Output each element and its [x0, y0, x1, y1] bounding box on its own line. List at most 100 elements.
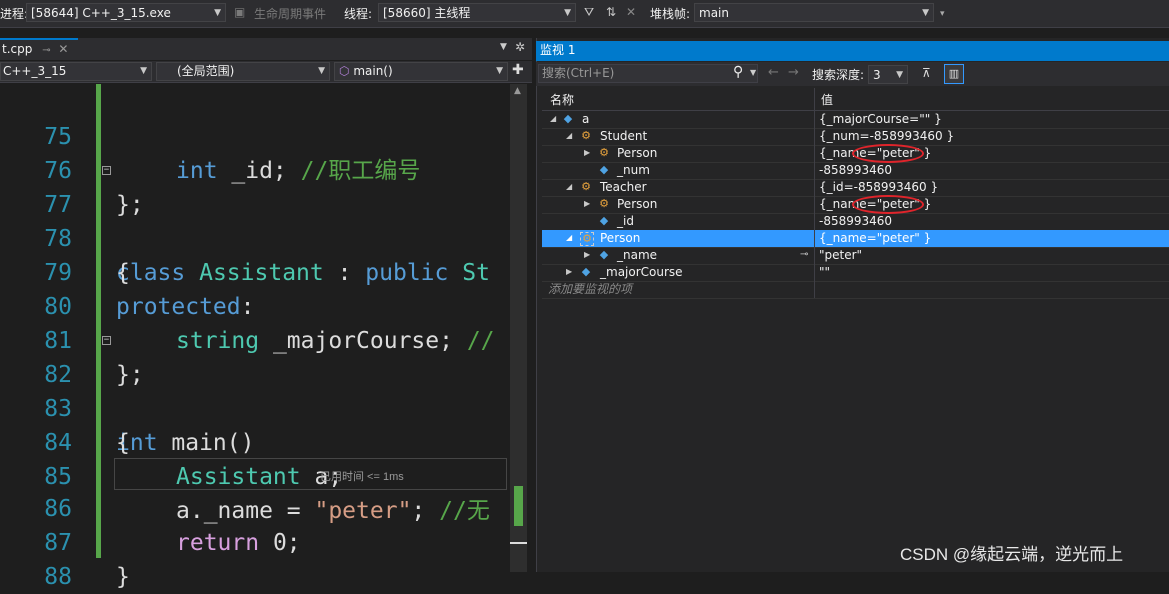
field-icon: ◆ [599, 248, 609, 261]
base-class-icon: ⚙ [581, 180, 591, 193]
expand-icon[interactable]: ▶ [584, 196, 590, 212]
add-watch-placeholder: 添加要监视的项 [548, 282, 633, 296]
base-class-icon: ⚙ [599, 197, 609, 210]
lifecycle-icon[interactable]: ▣ [234, 5, 245, 19]
watch-row[interactable]: ◢ ⚙ Teacher {_id=-858993460 } [542, 179, 1169, 197]
watch-value: "" [819, 265, 831, 279]
chevron-down-icon: ▼ [564, 8, 571, 18]
collapse-icon[interactable]: − [102, 336, 111, 345]
chevron-down-icon: ▼ [318, 66, 325, 76]
watch-name: Person [600, 231, 641, 245]
watch-name: _id [617, 214, 634, 228]
flag-icon[interactable]: ⇅ [606, 5, 616, 19]
search-depth-label: 搜索深度: [812, 68, 865, 82]
project-select[interactable]: C++_3_15 ▼ [0, 62, 152, 81]
code-line: 83 { [0, 358, 510, 456]
chevron-down-icon: ▼ [214, 8, 221, 18]
code-line: 84 Assistant a; [0, 392, 510, 490]
code-line: 82 − int main() [0, 324, 510, 457]
toolbar-overflow-icon[interactable]: ▾ [940, 9, 945, 19]
collapse-icon[interactable]: ◢ [550, 111, 556, 127]
watch-name: Student [600, 129, 648, 143]
watch-name: _name [617, 248, 658, 262]
watch-value: {_num=-858993460 } [819, 129, 955, 143]
code-line: 76 }; [0, 120, 510, 218]
pin-toolbar-icon[interactable]: ⊼ [922, 66, 931, 80]
method-icon: ⬡ [339, 64, 350, 78]
expand-icon[interactable]: ▶ [566, 264, 572, 280]
code-line: 86 return 0; [0, 458, 510, 556]
expand-icon[interactable]: ▶ [584, 145, 590, 161]
column-name-header[interactable]: 名称 [550, 91, 574, 108]
gear-icon[interactable]: ✲ [515, 40, 525, 54]
watch-row[interactable]: ◢ ◆ a {_majorCourse="" } [542, 111, 1169, 129]
navigation-bar: C++_3_15 ▼ (全局范围) ▼ ⬡ main() ▼ ✚ [0, 61, 532, 83]
back-arrow-icon[interactable]: ← [768, 65, 779, 80]
stackframe-label: 堆栈帧: [650, 7, 691, 21]
watch-row[interactable]: ▶ ◆ _majorCourse "" [542, 264, 1169, 282]
split-icon[interactable]: ✚ [512, 62, 524, 78]
watch-row[interactable]: ◢ ⚙ Student {_num=-858993460 } [542, 128, 1169, 146]
scroll-up-icon[interactable]: ▲ [514, 86, 521, 96]
code-line: 77 − class Assistant : public St [0, 154, 510, 287]
search-depth-select[interactable]: 3 ▼ [868, 65, 908, 84]
perf-tip[interactable]: 已用时间 <= 1ms [320, 468, 404, 484]
watch-row-selected[interactable]: ◢ ⚙ Person {_name="peter" } [542, 230, 1169, 248]
watch-title-bar[interactable]: 监视 1 [536, 41, 1169, 61]
watch-column-header: 名称 值 [542, 88, 1169, 111]
tab-list-icon[interactable]: ▼ [500, 42, 507, 52]
code-line: 81 }; [0, 290, 510, 388]
watch-row[interactable]: ▶ ◆ _name ⊸ "peter" [542, 247, 1169, 265]
code-line: 79 protected: [0, 222, 510, 320]
watch-row[interactable]: ◆ _num -858993460 [542, 162, 1169, 180]
column-value-header[interactable]: 值 [821, 91, 833, 108]
code-text: } [116, 564, 130, 590]
hex-display-icon[interactable]: ▥ [944, 64, 964, 84]
stackframe-select[interactable]: main ▼ [694, 3, 934, 22]
code-line: 85 a._name = "peter"; //无 [0, 426, 510, 524]
document-tab[interactable]: t.cpp ⊸ ✕ [0, 38, 78, 60]
watermark: CSDN @缘起云端，逆光而上 [900, 545, 1124, 564]
project-value: C++_3_15 [3, 64, 67, 78]
base-class-icon: ⚙ [580, 232, 594, 246]
function-select[interactable]: ⬡ main() ▼ [334, 62, 508, 81]
watch-row[interactable]: ◆ _id -858993460 [542, 213, 1169, 231]
collapse-icon[interactable]: − [102, 166, 111, 175]
scrollbar-change-marker [514, 486, 523, 526]
debug-toolbar: 进程: [58644] C++_3_15.exe ▼ ▣ 生命周期事件 线程: [… [0, 0, 1169, 28]
editor-scrollbar[interactable]: ▲ [510, 84, 527, 572]
watch-name: a [582, 112, 590, 126]
code-line: 78 { [0, 188, 510, 286]
pin-icon[interactable]: ⊸ [800, 247, 808, 263]
chevron-down-icon[interactable]: ▼ [750, 68, 756, 77]
pin-icon[interactable]: ⊸ [42, 45, 50, 56]
add-watch-row[interactable]: 添加要监视的项 [542, 281, 1169, 299]
flag-off-icon[interactable]: ✕ [626, 5, 636, 19]
collapse-icon[interactable]: ◢ [566, 230, 572, 246]
watch-name: _majorCourse [600, 265, 683, 279]
field-icon: ◆ [581, 265, 591, 278]
process-label: 进程: [0, 7, 29, 21]
chevron-down-icon: ▼ [922, 8, 929, 18]
search-icon[interactable]: ⚲ [733, 64, 743, 80]
document-tab-label: t.cpp [2, 42, 33, 56]
variable-icon: ◆ [563, 112, 573, 125]
annotation-circle [852, 195, 924, 214]
watch-title: 监视 1 [540, 43, 576, 57]
collapse-icon[interactable]: ◢ [566, 128, 572, 144]
base-class-icon: ⚙ [581, 129, 591, 142]
lifecycle-events-button[interactable]: 生命周期事件 [254, 5, 326, 22]
forward-arrow-icon[interactable]: → [788, 65, 799, 80]
watch-search-input[interactable]: 搜索(Ctrl+E) [538, 64, 758, 83]
thread-select[interactable]: [58660] 主线程 ▼ [378, 3, 576, 22]
scope-select[interactable]: (全局范围) ▼ [156, 62, 330, 81]
close-icon[interactable]: ✕ [58, 42, 68, 56]
code-line: 87 } [0, 492, 510, 590]
process-select[interactable]: [58644] C++_3_15.exe ▼ [26, 3, 226, 22]
watch-name: Person [617, 197, 658, 211]
expand-icon[interactable]: ▶ [584, 247, 590, 263]
code-line: 80 string _majorCourse; // [0, 256, 510, 354]
column-separator[interactable] [814, 88, 815, 298]
collapse-icon[interactable]: ◢ [566, 179, 572, 195]
filter-icon[interactable]: ⛛ [584, 5, 594, 20]
